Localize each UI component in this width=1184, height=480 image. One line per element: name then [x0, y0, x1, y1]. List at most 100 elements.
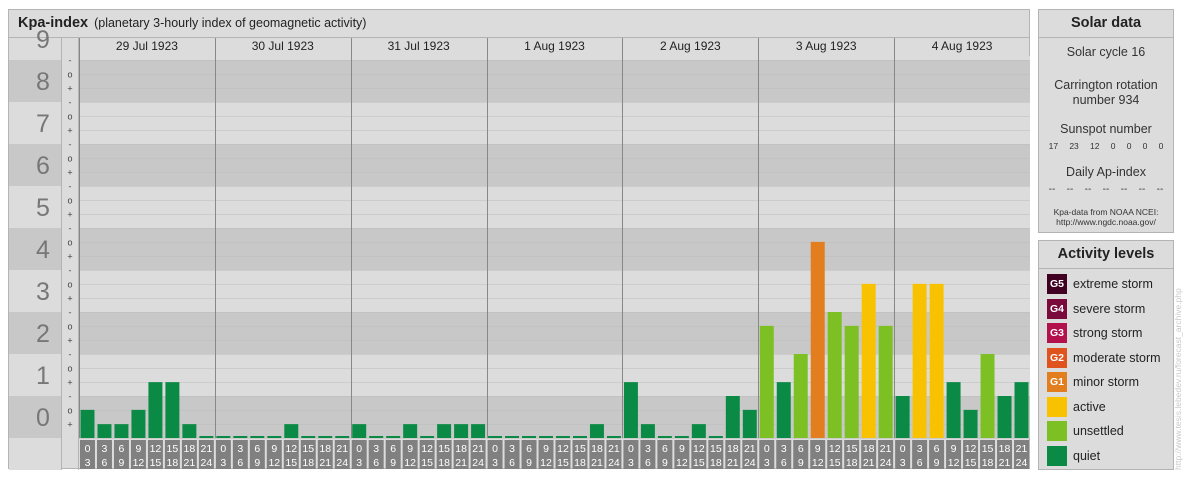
kpa-bar — [335, 436, 350, 438]
watermark: http://www.tesis.lebedev.ru/forecast_arc… — [1173, 288, 1183, 470]
y-tick-label: 7 — [36, 110, 50, 138]
day-label: 4 Aug 1923 — [932, 39, 993, 53]
activity-levels-title: Activity levels — [1039, 241, 1173, 269]
time-slot-end: 15 — [421, 457, 433, 469]
kpa-bar — [216, 436, 231, 438]
time-slot-start: 12 — [829, 443, 841, 455]
time-slot-start: 12 — [693, 443, 705, 455]
time-slot-start: 9 — [543, 443, 549, 455]
time-slot-end: 6 — [781, 457, 787, 469]
time-slot-start: 21 — [744, 443, 756, 455]
sunspot-value: 17 — [1048, 141, 1059, 151]
time-slot-start: 9 — [679, 443, 685, 455]
kpa-bar — [80, 409, 95, 438]
sunspot-number-values: 17 23 12 0 0 0 0 — [1039, 141, 1173, 151]
kpa-bar — [963, 409, 978, 438]
day-label: 3 Aug 1923 — [796, 39, 857, 53]
kpa-index-panel: Kpa-index (planetary 3-hourly index of ge… — [8, 9, 1030, 470]
ap-value: -- — [1138, 184, 1146, 195]
time-slot-start: 0 — [900, 443, 906, 455]
time-slot-end: 9 — [526, 457, 532, 469]
time-slot-start: 15 — [167, 443, 179, 455]
kpa-bar — [946, 382, 961, 438]
minor-tick-label: o — [67, 196, 72, 206]
y-tick-label: 3 — [36, 278, 50, 306]
legend-swatch: G4 — [1047, 298, 1067, 319]
y-tick-label: 9 — [36, 26, 50, 54]
time-slot-end: 9 — [390, 457, 396, 469]
time-slot-end: 9 — [254, 457, 260, 469]
time-slot-start: 15 — [710, 443, 722, 455]
time-slot-end: 24 — [744, 457, 756, 469]
time-slot-start: 18 — [863, 443, 875, 455]
time-slot-start: 9 — [815, 443, 821, 455]
time-slot-end: 12 — [948, 457, 960, 469]
time-slot-end: 18 — [167, 457, 179, 469]
time-slot-start: 12 — [285, 443, 297, 455]
ap-value: -- — [1102, 184, 1110, 195]
minor-tick-label: + — [67, 84, 72, 94]
minor-tick-label: o — [67, 112, 72, 122]
minor-tick-label: - — [69, 140, 72, 150]
legend-item-g1: G1 minor storm — [1047, 372, 1139, 392]
kpa-bar — [318, 436, 333, 438]
kpa-bar — [776, 382, 791, 438]
time-slot-end: 6 — [373, 457, 379, 469]
sunspot-value: 23 — [1069, 141, 1079, 151]
time-slot-start: 0 — [628, 443, 634, 455]
y-band — [79, 270, 1030, 312]
minor-tick-label: - — [69, 266, 72, 276]
time-slot-end: 12 — [268, 457, 280, 469]
time-slot-start: 6 — [662, 443, 668, 455]
activity-levels-panel: Activity levels G5 extreme storm G4 severe … — [1038, 240, 1174, 470]
time-slot-start: 3 — [237, 443, 243, 455]
legend-swatch: G1 — [1047, 372, 1067, 392]
kpa-bar — [182, 424, 197, 438]
kpa-bar — [284, 424, 299, 438]
kpa-bar — [131, 409, 146, 438]
time-slot-end: 6 — [509, 457, 515, 469]
time-slot-start: 6 — [798, 443, 804, 455]
time-slot-end: 24 — [472, 457, 484, 469]
legend-label: strong storm — [1073, 326, 1143, 340]
kpa-bar — [810, 241, 825, 438]
time-slot-start: 6 — [119, 443, 125, 455]
legend-label: moderate storm — [1073, 350, 1161, 365]
kpa-bar — [640, 424, 655, 438]
y-tick-label: 6 — [36, 152, 50, 180]
time-slot-start: 18 — [455, 443, 467, 455]
minor-tick-label: - — [69, 392, 72, 402]
time-slot-start: 15 — [846, 443, 858, 455]
day-label: 31 Jul 1923 — [388, 39, 450, 53]
minor-tick-label: - — [69, 308, 72, 318]
y-tick-label: 5 — [36, 194, 50, 222]
minor-tick-label: o — [67, 364, 72, 374]
y-tick-label: 8 — [36, 68, 50, 96]
solar-data-title: Solar data — [1039, 10, 1173, 38]
time-slot-start: 3 — [509, 443, 515, 455]
time-slot-end: 6 — [237, 457, 243, 469]
kpa-bar — [980, 354, 995, 438]
time-slot-end: 15 — [557, 457, 569, 469]
sunspot-value: 0 — [1158, 141, 1164, 151]
y-band-label-area — [9, 396, 61, 438]
time-slot-end: 12 — [812, 457, 824, 469]
kpa-bar — [369, 436, 384, 438]
y-band — [79, 144, 1030, 186]
time-slot-end: 18 — [710, 457, 722, 469]
time-slot-end: 24 — [336, 457, 348, 469]
kpa-bar — [793, 354, 808, 438]
time-slot-start: 6 — [934, 443, 940, 455]
legend-label: unsettled — [1073, 424, 1124, 438]
time-slot-start: 21 — [880, 443, 892, 455]
time-slot-start: 12 — [421, 443, 433, 455]
time-slot-end: 18 — [302, 457, 314, 469]
minor-tick-label: - — [69, 224, 72, 234]
time-slot-end: 21 — [319, 457, 331, 469]
legend-swatch — [1047, 421, 1067, 441]
kpa-bar — [929, 283, 944, 438]
kpa-bar — [912, 283, 927, 438]
time-slot-end: 24 — [201, 457, 213, 469]
legend-swatch: G5 — [1047, 274, 1067, 294]
time-slot-end: 3 — [628, 457, 634, 469]
